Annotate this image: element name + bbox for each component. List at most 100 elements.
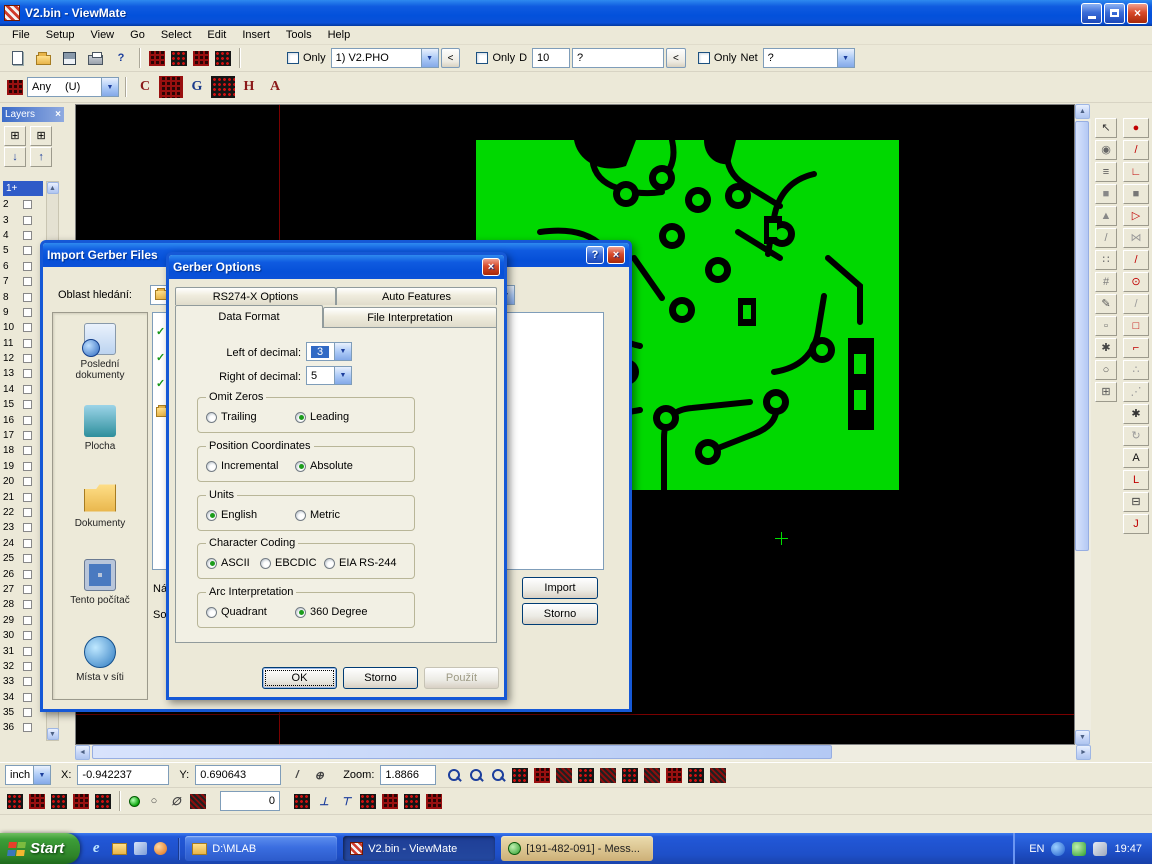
step-repeat-icon[interactable] xyxy=(644,768,660,783)
apply-button[interactable]: Použít xyxy=(424,667,499,689)
gerber-font-icon[interactable]: G xyxy=(185,76,209,98)
layer-visibility-box[interactable] xyxy=(23,539,32,548)
film-pos-icon[interactable] xyxy=(600,768,616,783)
slash-tool-icon[interactable]: / xyxy=(1123,294,1149,314)
ok-button[interactable]: OK xyxy=(262,667,337,689)
new-file-icon[interactable] xyxy=(5,47,29,69)
layer-visibility-box[interactable] xyxy=(23,246,32,255)
layer-file-combo[interactable]: 1) V2.PHO ▼ xyxy=(331,48,439,68)
layer-row[interactable]: 18 xyxy=(3,443,45,458)
layer-visibility-box[interactable] xyxy=(23,400,32,409)
pad-probe-icon[interactable]: ◉ xyxy=(1095,140,1117,160)
flip-triangles-icon[interactable]: ▲ xyxy=(1095,206,1117,226)
layer-visibility-box[interactable] xyxy=(23,508,32,517)
zoom-tool-icon[interactable] xyxy=(446,768,462,783)
measure-diagonal-icon[interactable]: / xyxy=(289,768,305,783)
chevron-down-icon[interactable]: ▼ xyxy=(33,766,50,784)
polyline-icon[interactable]: ⌐ xyxy=(1123,338,1149,358)
hatch-icon[interactable]: # xyxy=(1095,272,1117,292)
layer-row[interactable]: 20 xyxy=(3,474,45,489)
swap-aperture-icon[interactable] xyxy=(159,76,183,98)
layer-table-icon[interactable] xyxy=(193,51,209,66)
anchor-down-icon[interactable]: ⊥ xyxy=(316,794,332,809)
layer-row[interactable]: 24 xyxy=(3,536,45,551)
hscroll-thumb[interactable] xyxy=(92,745,832,759)
highlight-state-icon[interactable] xyxy=(129,796,140,807)
layer-row[interactable]: 10 xyxy=(3,320,45,335)
radio-quadrant[interactable]: Quadrant xyxy=(206,606,267,618)
open-file-icon[interactable] xyxy=(31,47,55,69)
close-button[interactable]: × xyxy=(1127,3,1148,24)
trace-draw-icon[interactable]: / xyxy=(1123,140,1149,160)
layer-row[interactable]: 11 xyxy=(3,336,45,351)
aperture-table-icon[interactable] xyxy=(149,51,165,66)
layer-visibility-box[interactable] xyxy=(23,677,32,686)
layer-visibility-box[interactable] xyxy=(23,277,32,286)
radio-ebcdic[interactable]: EBCDIC xyxy=(260,557,317,569)
layer-visibility-box[interactable] xyxy=(23,339,32,348)
origin-icon[interactable]: ⊕ xyxy=(311,768,327,783)
radio-absolute[interactable]: Absolute xyxy=(295,460,353,472)
pad-mark-icon[interactable] xyxy=(404,794,420,809)
layer-visibility-box[interactable] xyxy=(23,416,32,425)
layer-row[interactable]: 36 xyxy=(3,720,45,735)
filled-rect-icon[interactable]: ■ xyxy=(1123,184,1149,204)
layer-row[interactable]: 22 xyxy=(3,505,45,520)
tab-data-format[interactable]: Data Format xyxy=(175,305,323,328)
chevron-down-icon[interactable]: ▼ xyxy=(837,49,854,67)
move-layer-down-icon[interactable]: ↓ xyxy=(4,147,26,167)
height-tool-icon[interactable]: H xyxy=(237,76,261,98)
radio-ascii[interactable]: ASCII xyxy=(206,557,250,569)
layer-row[interactable]: 19 xyxy=(3,459,45,474)
cancel-button[interactable]: Storno xyxy=(522,603,598,625)
layer-row[interactable]: 9 xyxy=(3,305,45,320)
restore-button[interactable] xyxy=(1104,3,1125,24)
layer-visibility-box[interactable] xyxy=(23,216,32,225)
layer-visibility-box[interactable] xyxy=(23,369,32,378)
layer-film-icon[interactable] xyxy=(622,768,638,783)
units-combo[interactable]: inch ▼ xyxy=(5,765,51,785)
layer-table-icon[interactable]: ⊞ xyxy=(4,126,26,146)
context-help-icon[interactable]: ? xyxy=(109,47,133,69)
layer-visibility-box[interactable] xyxy=(23,293,32,302)
corner-draw-icon[interactable]: ∟ xyxy=(1123,162,1149,182)
trace-mark-icon[interactable] xyxy=(426,794,442,809)
dot-diagonal-icon[interactable]: ⋰ xyxy=(1123,382,1149,402)
layer-visibility-box[interactable] xyxy=(23,600,32,609)
dcode-field[interactable]: 10 xyxy=(532,48,570,68)
dotted-box-icon[interactable]: ▫ xyxy=(1095,316,1117,336)
layer-row[interactable]: 8 xyxy=(3,289,45,304)
grid-display-icon[interactable] xyxy=(512,768,528,783)
left-of-decimal-combo[interactable]: 3 ▼ xyxy=(306,342,352,361)
via-mark-icon[interactable] xyxy=(382,794,398,809)
arc-draw-icon[interactable]: ▷ xyxy=(1123,206,1149,226)
pad-draw-icon[interactable]: ● xyxy=(1123,118,1149,138)
circle-tool-icon[interactable]: ○ xyxy=(1095,360,1117,380)
layer-visibility-box[interactable] xyxy=(23,647,32,656)
layer-row[interactable]: 34 xyxy=(3,690,45,705)
place-desktop[interactable]: Plocha xyxy=(53,390,147,467)
only-net-checkbox[interactable] xyxy=(698,52,710,64)
radio-english[interactable]: English xyxy=(206,509,257,521)
layer-row[interactable]: 6 xyxy=(3,259,45,274)
layer-visibility-box[interactable] xyxy=(23,462,32,471)
layer-row[interactable]: 2 xyxy=(3,197,45,212)
layers-stack-icon[interactable]: ≡ xyxy=(1095,162,1117,182)
folder-icon[interactable] xyxy=(111,841,127,857)
print-icon[interactable] xyxy=(83,47,107,69)
film-box-icon[interactable] xyxy=(556,768,572,783)
menu-item[interactable]: Help xyxy=(320,27,359,43)
layer-visibility-box[interactable] xyxy=(23,693,32,702)
pencil-icon[interactable]: ✎ xyxy=(1095,294,1117,314)
place-recent-documents[interactable]: Poslední dokumenty xyxy=(53,313,147,390)
chevron-down-icon[interactable]: ▼ xyxy=(334,367,351,384)
layer-visibility-box[interactable] xyxy=(23,477,32,486)
cancel-button[interactable]: Storno xyxy=(343,667,418,689)
menu-item[interactable]: Insert xyxy=(234,27,278,43)
measure-box-icon[interactable]: ⊞ xyxy=(1095,382,1117,402)
layer-visibility-box[interactable] xyxy=(23,308,32,317)
radio-trailing[interactable]: Trailing xyxy=(206,411,257,423)
outline-rect-icon[interactable]: □ xyxy=(1123,316,1149,336)
anchor-up-icon[interactable]: ⊤ xyxy=(338,794,354,809)
show-desktop-icon[interactable] xyxy=(134,842,147,855)
